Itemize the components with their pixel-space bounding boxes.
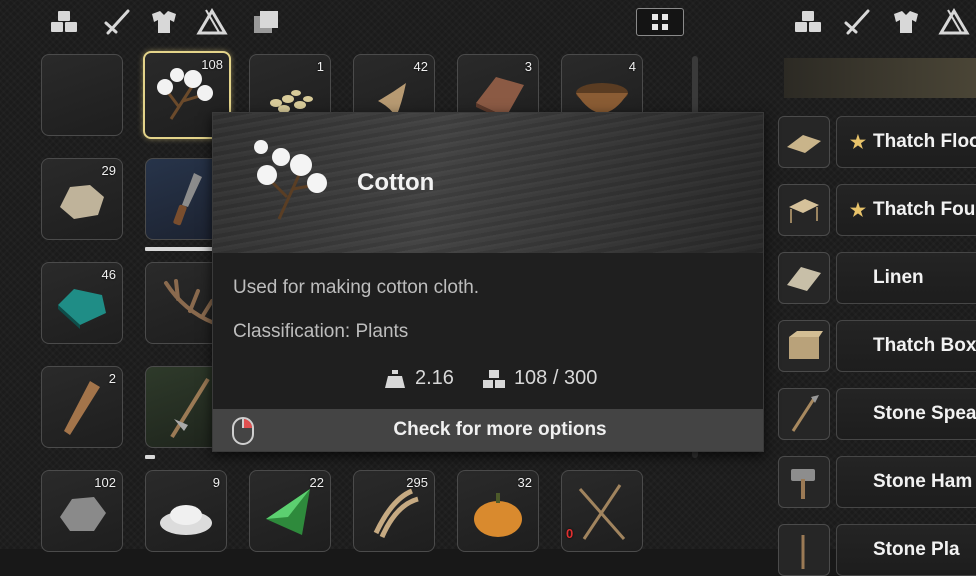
fiber-rope-icon [373,488,419,539]
tooltip-header: Cotton [213,113,763,253]
camp-icon[interactable] [936,7,972,37]
craft-item[interactable]: ★ Stone Pla [836,524,976,576]
tooltip-classification: Classification: Plants [233,321,409,342]
inventory-slot-wooden-club[interactable]: 2 [41,366,123,448]
craft-item-label: Stone Spea [873,403,976,424]
inventory-slot-salt[interactable]: 9 [145,470,227,552]
favorite-star-icon[interactable]: ★ [845,268,871,289]
craft-item[interactable]: ★ Thatch Box [836,320,976,372]
thatch-floor-icon[interactable] [778,116,830,168]
materials-icon[interactable] [46,7,82,37]
craft-item[interactable]: ★ Thatch Floo [836,116,976,168]
stack-value: 108 / 300 [513,367,598,389]
spears-bundle-icon [578,484,626,540]
favorite-star-icon[interactable]: ★ [845,404,871,425]
weapons-icon[interactable] [840,7,876,37]
stone-pickaxe-icon[interactable] [778,524,830,576]
armor-icon[interactable] [888,7,924,37]
favorite-star-icon[interactable]: ★ [845,472,871,493]
craft-item-label: Thatch Floo [873,131,976,152]
linen-icon[interactable] [778,252,830,304]
craft-item-label: Thatch Box [873,335,976,356]
inventory-slot-empty[interactable] [41,54,123,136]
craft-item-label: Stone Pla [873,539,960,560]
weapons-icon[interactable] [100,7,136,37]
stone-hammer-icon[interactable] [778,456,830,508]
stone-knife-icon [173,173,202,226]
inventory-slot-pumpkin[interactable]: 32 [457,470,539,552]
craft-item-label: Linen [873,267,924,288]
materials-icon[interactable] [790,7,826,37]
tooltip-description: Used for making cotton cloth. [233,277,480,298]
spear-weapon-icon [170,377,210,439]
inventory-slot-malachite-ore[interactable]: 46 [41,262,123,344]
cotton-icon [254,140,327,220]
tooltip-footer: Check for more options [213,409,763,451]
armor-icon[interactable] [146,7,182,37]
more-options-hint: Check for more options [393,419,607,440]
pumpkin-icon [474,493,522,537]
inventory-slot-fiber-rope[interactable]: 295 [353,470,435,552]
salt-icon [160,505,212,535]
grid-toggle-button[interactable] [636,8,684,36]
favorite-star-icon[interactable]: ★ [845,132,871,153]
craft-item[interactable]: ★ Stone Ham [836,456,976,508]
thatch-foundation-icon[interactable] [778,184,830,236]
camp-icon[interactable] [194,7,230,37]
green-crystal-icon [266,489,310,535]
craft-item[interactable]: ★ Thatch Fou [836,184,976,236]
layers-icon[interactable] [248,7,284,37]
weight-value: 2.16 [415,367,454,389]
tooltip-title: Cotton [357,169,435,196]
favorite-star-icon[interactable]: ★ [845,336,871,357]
craft-item[interactable]: ★ Linen [836,252,976,304]
craft-item[interactable]: ★ Stone Spea [836,388,976,440]
crafting-header [784,58,976,98]
inventory-slot-iron-ore[interactable]: 102 [41,470,123,552]
craft-item-label: Thatch Fou [873,199,976,220]
thatch-box-icon[interactable] [778,320,830,372]
stack-icon [482,369,505,388]
durability-bar [145,247,213,251]
inventory-slot-stone-chunk[interactable]: 29 [41,158,123,240]
favorite-star-icon[interactable]: ★ [845,540,871,561]
craft-item-label: Stone Ham [873,471,973,492]
cotton-icon [157,68,213,120]
tooltip-stats: 2.16 108 / 300 [383,367,625,390]
wooden-club-icon [64,381,100,435]
stone-spear-icon[interactable] [778,388,830,440]
stack-stat: 108 / 300 [482,367,597,390]
grid-toggle-icon [652,14,668,30]
item-tooltip: Cotton Used for making cotton cloth. Cla… [212,112,764,452]
iron-ore-icon [60,497,106,531]
stone-chunk-icon [60,185,104,219]
antler-icon [164,279,216,325]
weight-icon [385,369,405,388]
inventory-slot-green-crystal[interactable]: 22 [249,470,331,552]
malachite-ore-icon [58,289,106,329]
durability-bar [145,455,155,459]
top-bar [0,0,976,44]
inventory-slot-spears-bundle[interactable]: 0 [561,470,643,552]
favorite-star-icon[interactable]: ★ [845,200,871,221]
weight-stat: 2.16 [383,367,454,390]
